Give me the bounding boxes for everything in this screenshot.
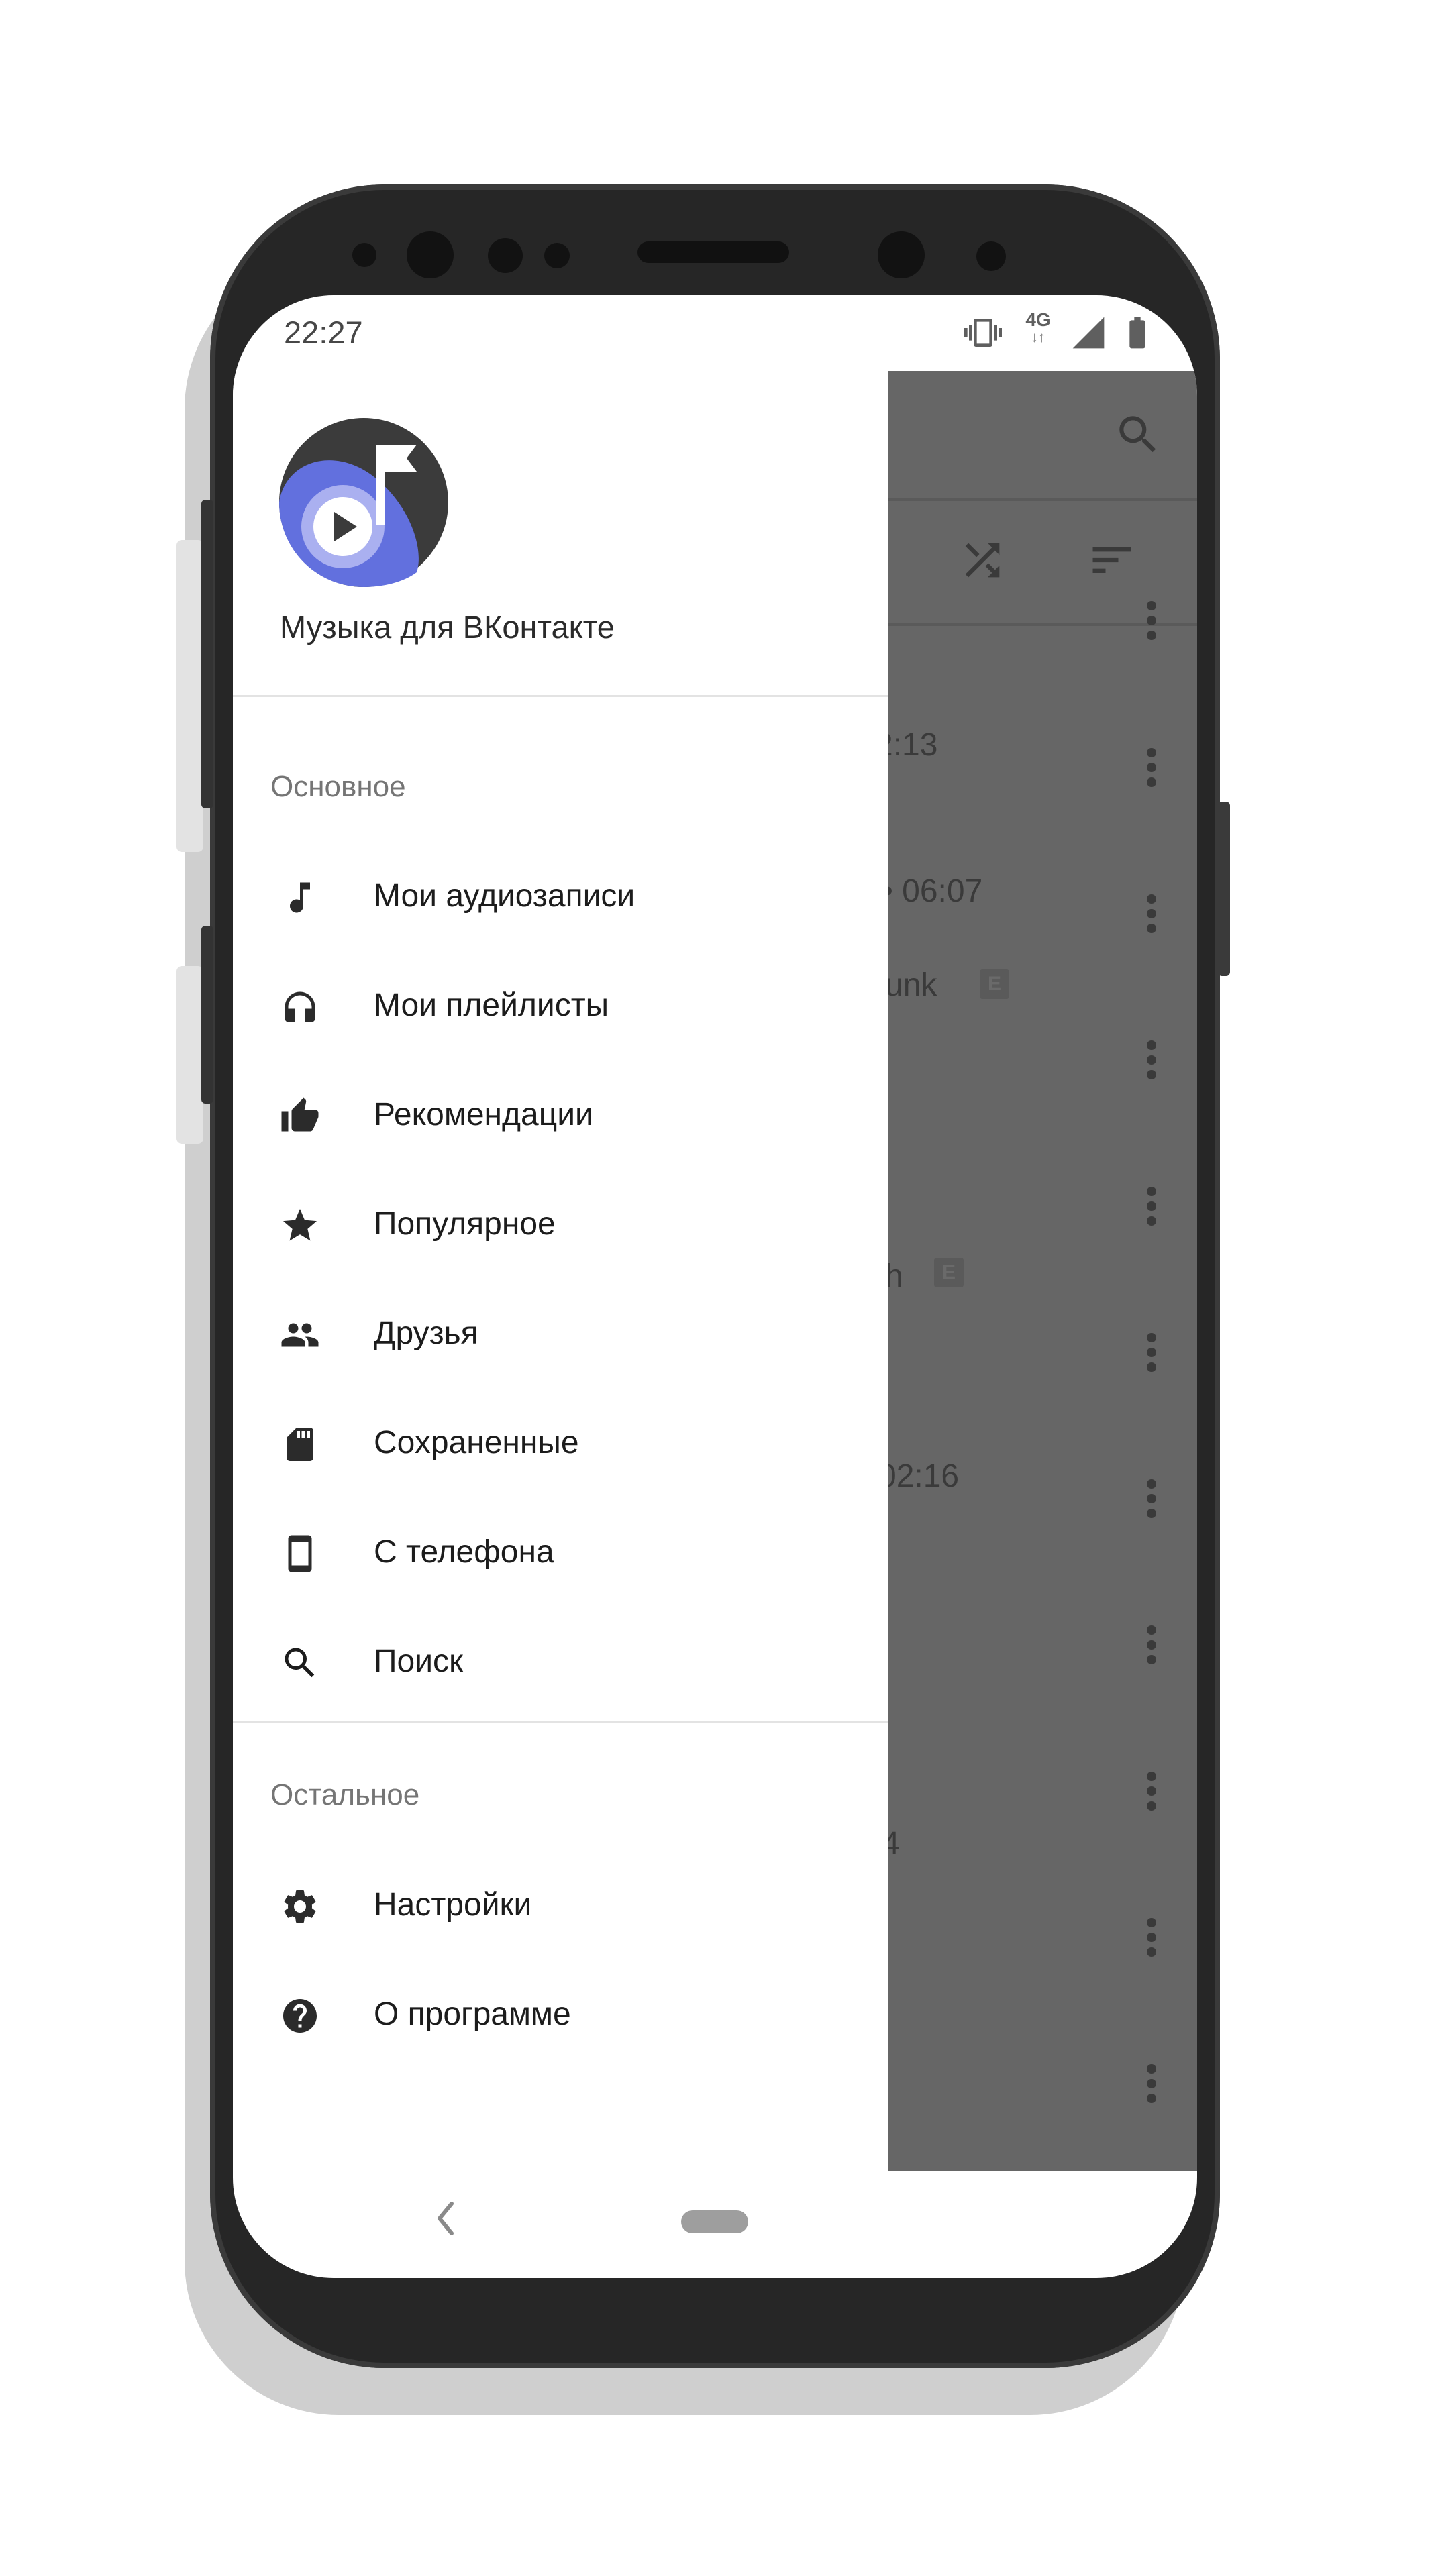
more-icon[interactable] <box>1147 748 1156 792</box>
divider <box>233 695 888 697</box>
more-icon[interactable] <box>1147 1772 1156 1816</box>
sort-icon[interactable] <box>1086 535 1137 589</box>
content-scrim[interactable]: 2:13 • 06:07 unk E h E 02:16 4 <box>875 371 1197 2171</box>
sensor-dot <box>352 243 376 267</box>
status-time: 22:27 <box>284 315 363 350</box>
people-icon <box>280 1315 320 1355</box>
earpiece-speaker <box>637 241 789 263</box>
explicit-badge: E <box>980 969 1009 999</box>
battery-icon <box>1119 314 1156 355</box>
more-icon[interactable] <box>1147 1333 1156 1377</box>
track-title: unk <box>885 967 937 1003</box>
back-icon[interactable] <box>433 2198 460 2242</box>
sensor-dot <box>544 243 570 268</box>
menu-item-my-playlists[interactable]: Мои плейлисты <box>233 953 888 1061</box>
signal-icon <box>1070 314 1107 355</box>
search-icon[interactable] <box>1113 410 1163 463</box>
more-icon[interactable] <box>1147 1040 1156 1085</box>
side-button <box>176 966 203 1144</box>
front-camera <box>878 231 925 278</box>
section-header-other: Остальное <box>270 1778 420 1811</box>
explicit-badge: E <box>934 1258 964 1287</box>
menu-item-popular[interactable]: Популярное <box>233 1172 888 1279</box>
search-icon <box>280 1643 320 1683</box>
menu-item-label: Сохраненные <box>374 1425 579 1460</box>
section-header-main: Основное <box>270 770 406 803</box>
menu-item-from-phone[interactable]: С телефона <box>233 1500 888 1607</box>
menu-item-settings[interactable]: Настройки <box>233 1853 888 1960</box>
menu-item-my-audio[interactable]: Мои аудиозаписи <box>233 844 888 951</box>
screen: 22:27 4G ↓↑ 2:13 • 06:07 unk E h E 02:16… <box>233 295 1197 2278</box>
sensor-dot <box>976 241 1006 271</box>
settings-icon <box>280 1886 320 1927</box>
help-icon <box>280 1996 320 2036</box>
menu-item-label: Друзья <box>374 1316 478 1351</box>
menu-item-search[interactable]: Поиск <box>233 1609 888 1717</box>
more-icon[interactable] <box>1147 1479 1156 1523</box>
menu-item-label: Поиск <box>374 1644 464 1679</box>
more-icon[interactable] <box>1147 1625 1156 1670</box>
menu-item-label: Настройки <box>374 1887 532 1923</box>
star-icon <box>280 1205 320 1246</box>
network-4g-icon: 4G ↓↑ <box>1018 310 1058 345</box>
home-pill-button[interactable] <box>681 2210 748 2233</box>
menu-item-label: Мои плейлисты <box>374 987 609 1023</box>
app-logo <box>279 418 448 590</box>
app-toolbar <box>888 371 1197 501</box>
menu-item-recommendations[interactable]: Рекомендации <box>233 1063 888 1170</box>
more-icon[interactable] <box>1147 1918 1156 1962</box>
menu-item-friends[interactable]: Друзья <box>233 1281 888 1389</box>
thumb-up-icon <box>280 1096 320 1136</box>
menu-item-about[interactable]: О программе <box>233 1962 888 2070</box>
menu-item-label: С телефона <box>374 1534 554 1570</box>
front-camera <box>407 231 454 278</box>
sd-card-icon <box>280 1424 320 1464</box>
navigation-drawer: Музыка для ВКонтакте Основное Мои аудиоз… <box>233 371 888 2171</box>
menu-item-label: Рекомендации <box>374 1097 593 1132</box>
power-button <box>1218 802 1230 976</box>
more-icon[interactable] <box>1147 2064 1156 2108</box>
sensor-dot <box>488 238 523 273</box>
more-icon[interactable] <box>1147 894 1156 938</box>
menu-item-label: О программе <box>374 1996 571 2032</box>
menu-item-saved[interactable]: Сохраненные <box>233 1391 888 1498</box>
volume-button <box>201 500 213 808</box>
track-duration: 02:16 <box>878 1458 960 1494</box>
shuffle-icon[interactable] <box>957 535 1008 589</box>
menu-item-label: Популярное <box>374 1206 556 1242</box>
more-icon[interactable] <box>1147 601 1156 645</box>
more-icon[interactable] <box>1147 1187 1156 1231</box>
menu-item-label: Мои аудиозаписи <box>374 878 635 914</box>
app-title: Музыка для ВКонтакте <box>280 609 615 645</box>
volume-button <box>201 926 213 1104</box>
divider <box>233 1721 888 1723</box>
music-note-icon <box>280 877 320 918</box>
smartphone-icon <box>280 1534 320 1574</box>
track-duration: • 06:07 <box>882 873 983 909</box>
side-button <box>176 540 203 852</box>
headphones-icon <box>280 987 320 1027</box>
vibrate-icon <box>964 314 1002 355</box>
network-label: 4G <box>1025 309 1051 330</box>
